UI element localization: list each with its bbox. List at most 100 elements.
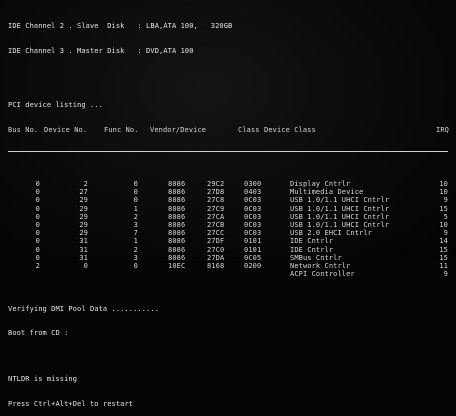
table-row: 0 27 0 8086 27D8 0403 Multimedia Device 10 [8, 188, 448, 196]
table-row: 0 29 1 8086 27C9 0C03 USB 1.0/1.1 UHCI Cntrlr 1… [8, 205, 448, 213]
class-cell: 0101 [244, 245, 262, 254]
table-row: 0 2 0 8086 29C2 0300 Display Cntrlr 10 [8, 180, 448, 188]
class-cell: 0C05 [244, 253, 262, 262]
class-cell: 0300 [244, 180, 262, 188]
device-class-cell: USB 1.0/1.1 UHCI Cntrlr [290, 196, 390, 205]
func-cell: 2 [133, 212, 138, 221]
class-cell: 0200 [244, 261, 262, 270]
class-cell: 0403 [244, 188, 262, 197]
class-cell: 0C03 [244, 220, 262, 229]
header-device: Device No. [44, 125, 88, 134]
func-cell: 1 [133, 204, 138, 213]
table-row: 0 31 3 8086 27DA 0C05 SMBus Cntrlr 15 [8, 254, 448, 262]
pci-device-table: 0 2 0 8086 29C2 0300 Display Cntrlr 10 0 27 0 8086 2… [8, 180, 448, 278]
class-cell: 0101 [244, 237, 262, 246]
vendor-id-cell: 10EC [168, 261, 186, 270]
vendor-id-cell: 8086 [168, 196, 186, 205]
bus-cell: 0 [35, 180, 40, 188]
device-class-cell: IDE Cntrlr [290, 245, 334, 254]
func-cell: 1 [133, 237, 138, 246]
func-cell: 3 [133, 220, 138, 229]
irq-cell: 9 [443, 229, 448, 238]
device-class-cell: USB 1.0/1.1 UHCI Cntrlr [290, 204, 390, 213]
table-row: 0 31 2 8086 27C0 0101 IDE Cntrlr 15 [8, 246, 448, 254]
table-row: 0 29 7 8086 27CC 0C03 USB 2.0 EHCI Cntrlr 9 [8, 229, 448, 237]
vendor-id-cell: 8086 [168, 188, 186, 197]
device-id-cell: 27DF [207, 237, 225, 246]
func-cell: 0 [133, 261, 138, 270]
device-class-cell: Network Cntrlr [290, 261, 351, 270]
table-row: 0 29 0 8086 27C8 0C03 USB 1.0/1.1 UHCI Cntrlr 9 [8, 196, 448, 204]
device-class-cell: USB 1.0/1.1 UHCI Cntrlr [290, 220, 390, 229]
device-cell: 31 [79, 245, 88, 254]
bus-cell: 0 [35, 220, 40, 229]
device-cell: 29 [79, 229, 88, 238]
device-id-cell: 27C0 [207, 245, 225, 254]
bus-cell: 0 [35, 229, 40, 238]
vendor-id-cell: 8086 [168, 237, 186, 246]
header-func: Func No. [104, 125, 139, 134]
irq-cell: 9 [443, 196, 448, 205]
ide-channel-2-line: IDE Channel 2 . Slave Disk : LBA,ATA 100… [8, 22, 233, 31]
pci-listing-title: PCI device listing ... [8, 101, 103, 110]
class-cell: 0C03 [244, 196, 262, 205]
irq-cell: 15 [439, 253, 448, 262]
bus-cell: 0 [35, 188, 40, 197]
irq-cell: 10 [439, 188, 448, 197]
device-cell: 0 [83, 261, 88, 270]
irq-cell: 11 [439, 261, 448, 270]
ide-channel-3-line: IDE Channel 3 . Master Disk : DVD,ATA 10… [8, 47, 194, 55]
device-class-cell: USB 2.0 EHCI Cntrlr [290, 229, 372, 238]
device-id-cell: 27C8 [207, 196, 225, 205]
header-vendor-device: Vendor/Device [150, 125, 207, 134]
device-id-cell: 27CC [207, 229, 225, 238]
class-cell: 0C03 [244, 212, 262, 221]
bus-cell: 0 [35, 245, 40, 254]
device-cell: 29 [79, 212, 88, 221]
device-class-cell: Display Cntrlr [290, 180, 351, 188]
irq-cell: 15 [439, 245, 448, 254]
device-id-cell: 8168 [207, 261, 225, 270]
table-row: 0 29 2 8086 27CA 0C03 USB 1.0/1.1 UHCI Cntrlr 5 [8, 213, 448, 221]
irq-cell: 10 [439, 180, 448, 188]
bus-cell: 0 [35, 237, 40, 246]
bus-cell: 0 [35, 204, 40, 213]
func-cell: 2 [133, 245, 138, 254]
func-cell: 0 [133, 196, 138, 205]
device-cell: 29 [79, 220, 88, 229]
vendor-id-cell: 8086 [168, 180, 186, 188]
device-cell: 27 [79, 188, 88, 197]
device-class-cell: USB 1.0/1.1 UHCI Cntrlr [290, 212, 390, 221]
irq-cell: 5 [443, 212, 448, 221]
pci-table-header: Bus No. Device No. Func No. Vendor/Devic… [8, 125, 449, 134]
device-cell: 31 [79, 253, 88, 262]
header-irq: IRQ [436, 125, 449, 134]
table-row: 2 0 0 10EC 8168 0200 Network Cntrlr 11 [8, 262, 448, 270]
irq-cell: 9 [443, 270, 448, 279]
header-bus: Bus No. [8, 125, 39, 134]
restart-prompt: Press Ctrl+Alt+Del to restart [8, 400, 134, 409]
vendor-id-cell: 8086 [168, 204, 186, 213]
device-id-cell: 27D8 [207, 188, 225, 197]
bios-post-screen: IDE Channel 2 . Slave Disk : LBA,ATA 100… [0, 0, 456, 408]
boot-cd-line: Boot from CD : [8, 329, 69, 338]
header-device-class: Device Class [264, 125, 316, 134]
vendor-id-cell: 8086 [168, 229, 186, 238]
bus-cell: 0 [35, 196, 40, 205]
device-class-cell: Multimedia Device [290, 188, 364, 197]
bus-cell: 0 [35, 253, 40, 262]
class-cell: 0C03 [244, 204, 262, 213]
device-class-cell: IDE Cntrlr [290, 237, 334, 246]
device-id-cell: 27C9 [207, 204, 225, 213]
dmi-verify-line: Verifying DMI Pool Data ........... [8, 304, 160, 313]
table-row: 0 29 3 8086 27CB 0C03 USB 1.0/1.1 UHCI Cntrlr 1… [8, 221, 448, 229]
vendor-id-cell: 8086 [168, 245, 186, 254]
bus-cell: 0 [35, 212, 40, 221]
func-cell: 3 [133, 253, 138, 262]
header-divider [8, 151, 448, 153]
device-cell: 29 [79, 196, 88, 205]
device-id-cell: 27CA [207, 212, 225, 221]
ntldr-error-line: NTLDR is missing [8, 375, 78, 384]
func-cell: 0 [133, 180, 138, 188]
vendor-id-cell: 8086 [168, 253, 186, 262]
